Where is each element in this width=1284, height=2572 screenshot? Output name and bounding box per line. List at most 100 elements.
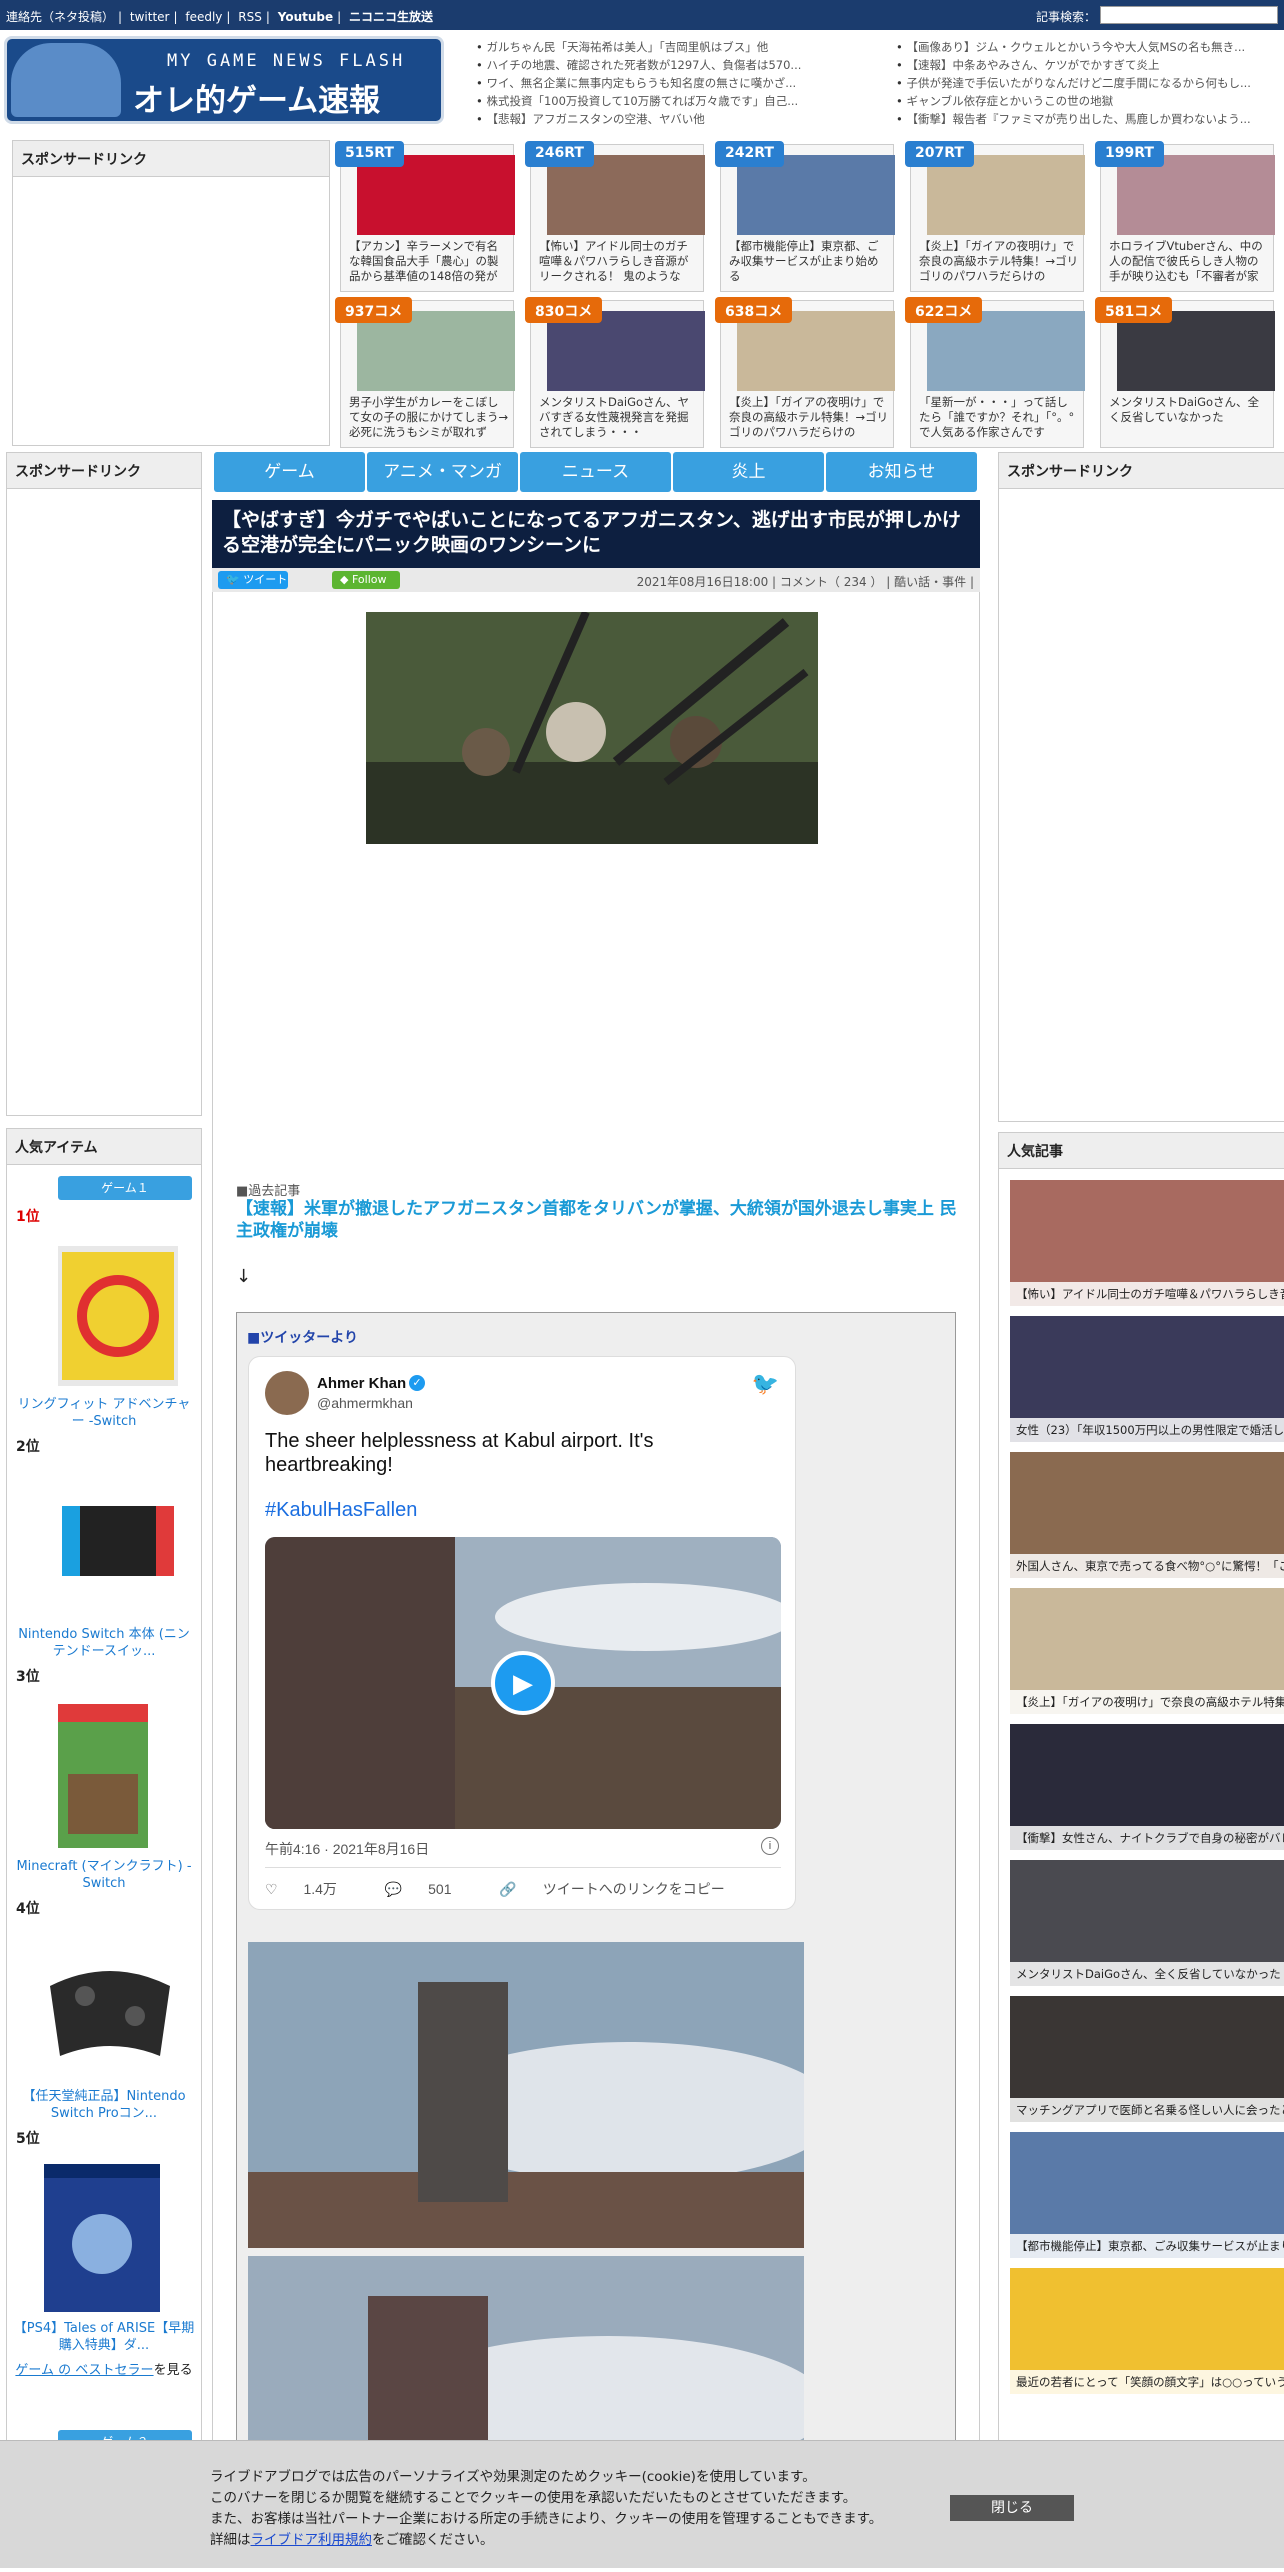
popular-article-title: 【怖い】アイドル同士のガチ喧嘩＆パワハラらしき音源がリークされる！ 鬼のような怒… bbox=[1010, 1282, 1284, 1306]
headline-link[interactable]: ワイ、無名企業に無事内定もらうも知名度の無さに嘆かざ... bbox=[476, 74, 876, 92]
product-image-graphic bbox=[44, 2164, 160, 2312]
rt-badge: 207RT bbox=[905, 141, 974, 167]
avatar[interactable] bbox=[265, 1371, 309, 1415]
rank-number: 3位 bbox=[16, 1669, 40, 1685]
article-card[interactable]: 622コメ 「星新一が・・・」って話したら「誰ですか？それ」「°。°で人気ある作… bbox=[905, 297, 1085, 448]
site-logo[interactable]: MY GAME NEWS FLASH オレ的ゲーム速報@JIN bbox=[4, 36, 444, 156]
product-name[interactable]: リングフィット アドベンチャー -Switch bbox=[12, 1396, 196, 1430]
tab-notice[interactable]: お知らせ bbox=[826, 452, 977, 492]
twitter-bird-icon[interactable]: 🐦 bbox=[752, 1371, 779, 1397]
card-title: 「星新一が・・・」って話したら「誰ですか？それ」「°。°で人気ある作家さんです bbox=[919, 395, 1075, 439]
product-name[interactable]: 【PS4】Tales of ARISE【早期購入特典】ダ... bbox=[12, 2320, 196, 2354]
tweet-hashtag[interactable]: #KabulHasFallen bbox=[265, 1499, 417, 1522]
info-icon[interactable]: i bbox=[761, 1837, 779, 1855]
article-card[interactable]: 515RT 【アカン】辛ラーメンで有名な韓国食品大手「農心」の製品から基準値の1… bbox=[335, 141, 515, 292]
tab-enjo[interactable]: 炎上 bbox=[673, 452, 824, 492]
article-card[interactable]: 246RT 【怖い】アイドル同士のガチ喧嘩＆パワハラらしき音源がリークされる！ … bbox=[525, 141, 705, 292]
article-card[interactable]: 242RT 【都市機能停止】東京都、ごみ収集サービスが止まり始める bbox=[715, 141, 895, 292]
tab-anime-manga[interactable]: アニメ・マンガ bbox=[367, 452, 518, 492]
reply-button[interactable]: 💬 501 bbox=[385, 1881, 474, 1897]
like-button[interactable]: ♡ 1.4万 bbox=[265, 1881, 359, 1897]
contact-link[interactable]: 連絡先（ネタ投稿） bbox=[6, 10, 114, 24]
tweet-author-handle[interactable]: @ahmermkhan bbox=[317, 1395, 413, 1411]
article-card[interactable]: 638コメ 【炎上】「ガイアの夜明け」で奈良の高級ホテル特集！→ゴリゴリのパワハ… bbox=[715, 297, 895, 448]
youtube-link[interactable]: Youtube bbox=[278, 10, 333, 24]
link-icon: 🔗 bbox=[499, 1881, 517, 1897]
cookie-line-prefix: 詳細は bbox=[210, 2532, 251, 2548]
card-thumbnail bbox=[547, 155, 705, 235]
headline-link[interactable]: 株式投資「100万投資して10万勝てれば万々歳です」自己... bbox=[476, 92, 876, 110]
product-name[interactable]: 【任天堂純正品】Nintendo Switch Proコン... bbox=[12, 2088, 196, 2122]
headline-link[interactable]: ハイチの地震、確認された死者数が1297人、負傷者は570... bbox=[476, 56, 876, 74]
product-image-graphic bbox=[58, 1704, 148, 1848]
follow-button[interactable]: ◆ Follow bbox=[332, 571, 400, 589]
cookie-line: ライブドアブログでは広告のパーソナライズや効果測定のためクッキー(cookie)… bbox=[210, 2469, 816, 2485]
logo-subtitle: MY GAME NEWS FLASH bbox=[167, 51, 406, 71]
popular-article[interactable]: 最近の若者にとって「笑顔の顔文字」は○○っていう意味らしい・・・使ってる奴はマジ… bbox=[1010, 2268, 1284, 2394]
copy-link-button[interactable]: 🔗 ツイートへのリンクをコピー bbox=[499, 1881, 746, 1897]
product-image[interactable] bbox=[44, 2164, 160, 2312]
feedly-link[interactable]: feedly bbox=[185, 10, 222, 24]
category-link[interactable]: 酷い話・事件 bbox=[894, 575, 966, 589]
article-card[interactable]: 199RT ホロライブVtuberさん、中の人の配信で彼氏らしき人物の手が映り込… bbox=[1095, 141, 1275, 292]
headline-link[interactable]: ギャンブル依存症とかいうこの世の地獄 bbox=[896, 92, 1276, 110]
bestseller-link[interactable]: ゲーム の ベストセラー bbox=[15, 2363, 153, 2378]
article-search-input[interactable] bbox=[1100, 6, 1278, 24]
headline-link[interactable]: 【悲報】アフガニスタンの空港、ヤバい他 bbox=[476, 110, 876, 128]
card-title: 【炎上】「ガイアの夜明け」で奈良の高級ホテル特集！→ゴリゴリのパワハラだらけの bbox=[729, 395, 889, 439]
popular-article[interactable]: 女性（23）「年収1500万円以上の男性限定で婚活して玉の輿に乗るぞ！」→ 結果… bbox=[1010, 1316, 1284, 1442]
terms-link[interactable]: ライブドア利用規約 bbox=[251, 2532, 373, 2548]
article-card[interactable]: 581コメ メンタリストDaiGoさん、全く反省していなかった bbox=[1095, 297, 1275, 448]
niconico-link[interactable]: ニコニコ生放送 bbox=[349, 10, 433, 24]
popular-article[interactable]: 【衝撃】女性さん、ナイトクラブで自身の秘密がバレかれてしまい生きる希望を失ってし… bbox=[1010, 1724, 1284, 1850]
feedly-icon: ◆ bbox=[340, 573, 349, 586]
bestseller-line: ゲーム の ベストセラーを見る bbox=[12, 2362, 196, 2379]
product-image[interactable] bbox=[58, 1496, 178, 1596]
article-card[interactable]: 207RT 【炎上】「ガイアの夜明け」で奈良の高級ホテル特集！→ゴリゴリのパワハ… bbox=[905, 141, 1085, 292]
rank-number: 2位 bbox=[16, 1439, 40, 1455]
headline-link[interactable]: 【衝撃】報告者『ファミマが売り出した、馬鹿しか買わないよう... bbox=[896, 110, 1276, 128]
sponsor-heading: スポンサードリンク bbox=[13, 141, 329, 177]
tab-news[interactable]: ニュース bbox=[520, 452, 671, 492]
product-name[interactable]: Minecraft (マインクラフト) - Switch bbox=[12, 1858, 196, 1892]
product-image[interactable] bbox=[58, 1246, 178, 1386]
category-tab[interactable]: ゲーム１ bbox=[58, 1176, 192, 1200]
headline-link[interactable]: 【速報】中条あやみさん、ケツがでかすぎて炎上 bbox=[896, 56, 1276, 74]
rt-badge: 246RT bbox=[525, 141, 594, 167]
play-icon[interactable]: ▶ bbox=[491, 1651, 555, 1715]
cookie-line: このバナーを閉じるか閲覧を継続することでクッキーの使用を承認いただいたものとさせ… bbox=[210, 2490, 857, 2506]
comment-badge: 622コメ bbox=[905, 297, 983, 323]
popular-article[interactable]: 【都市機能停止】東京都、ごみ収集サービスが止まり始める bbox=[1010, 2132, 1284, 2258]
article-card[interactable]: 830コメ メンタリストDaiGoさん、ヤバすぎる女性蔑視発言を発掘されてしまう… bbox=[525, 297, 705, 448]
popular-article[interactable]: 外国人さん、東京で売ってる食べ物°○°に驚愕！「これ食べるくらいなら俺は餓死を選… bbox=[1010, 1452, 1284, 1578]
popular-article[interactable]: 【炎上】「ガイアの夜明け」で奈良の高級ホテル特集！→ゴリゴリのパワハラだらけのブ… bbox=[1010, 1588, 1284, 1714]
comment-badge: 581コメ bbox=[1095, 297, 1173, 323]
tweet-text: The sheer helplessness at Kabul airport.… bbox=[265, 1430, 654, 1476]
comment-link[interactable]: コメント（ 234 ） bbox=[780, 575, 883, 589]
product-image[interactable] bbox=[58, 1704, 148, 1848]
past-article-link[interactable]: 【速報】米軍が撤退したアフガニスタン首都をタリバンが掌握、大統領が国外退去し事実… bbox=[236, 1198, 962, 1242]
card-title: 【炎上】「ガイアの夜明け」で奈良の高級ホテル特集！→ゴリゴリのパワハラだらけの bbox=[919, 239, 1079, 283]
cookie-close-button[interactable]: 閉じる bbox=[950, 2495, 1074, 2521]
down-arrow: ↓ bbox=[236, 1266, 252, 1287]
cookie-message: ライブドアブログでは広告のパーソナライズや効果測定のためクッキー(cookie)… bbox=[210, 2467, 882, 2551]
embedded-tweet[interactable]: Ahmer Khan ✓ @ahmermkhan 🐦 The sheer hel… bbox=[248, 1356, 796, 1910]
headline-link[interactable]: 【画像あり】ジム・クウェルとかいう今や大人気MSの名も無き... bbox=[896, 38, 1276, 56]
headline-link[interactable]: 子供が発達で手伝いたがりなんだけど二度手間になるから何もし... bbox=[896, 74, 1276, 92]
tab-game[interactable]: ゲーム bbox=[214, 452, 365, 492]
tweet-button[interactable]: 🐦 ツイート bbox=[218, 571, 288, 589]
tweet-video[interactable]: ▶ bbox=[265, 1537, 781, 1829]
search-label: 記事検索： bbox=[1036, 10, 1097, 24]
tweet-timestamp[interactable]: 午前4:16 · 2021年8月16日 bbox=[265, 1839, 429, 1859]
product-name[interactable]: Nintendo Switch 本体 (ニンテンドースイッ... bbox=[12, 1626, 196, 1660]
popular-article[interactable]: メンタリストDaiGoさん、全く反省していなかった bbox=[1010, 1860, 1284, 1986]
article-card[interactable]: 937コメ 男子小学生がカレーをこぼして女の子の服にかけてしまう→必死に洗うもシ… bbox=[335, 297, 515, 448]
rss-link[interactable]: RSS bbox=[238, 10, 262, 24]
product-image[interactable] bbox=[40, 1936, 180, 2076]
popular-article[interactable]: マッチングアプリで医師と名乗る怪しい人に会ったときは○○一発で人生終了させる手段… bbox=[1010, 1996, 1284, 2122]
sponsor-box-right: スポンサードリンク bbox=[998, 452, 1284, 1122]
popular-article[interactable]: 【怖い】アイドル同士のガチ喧嘩＆パワハラらしき音源がリークされる！ 鬼のような怒… bbox=[1010, 1180, 1284, 1306]
twitter-link[interactable]: twitter bbox=[130, 10, 170, 24]
headline-link[interactable]: ガルちゃん民「天海祐希は美人」「吉岡里帆はブス」他 bbox=[476, 38, 876, 56]
tweet-author-name[interactable]: Ahmer Khan bbox=[317, 1375, 406, 1392]
